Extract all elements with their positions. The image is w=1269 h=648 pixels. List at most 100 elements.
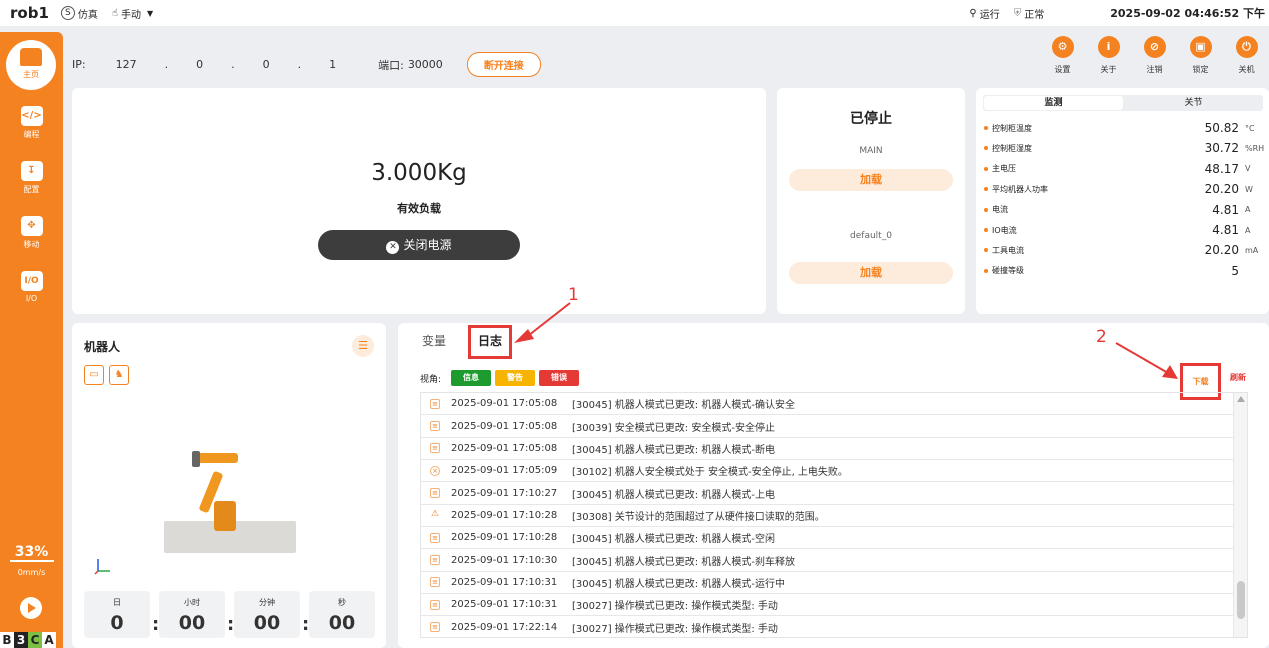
bullet-icon bbox=[984, 187, 988, 192]
tool-label: 设置 bbox=[1054, 65, 1071, 74]
ip-octet-2: 0 bbox=[196, 58, 204, 71]
log-message: [30045] 机器人模式已更改: 机器人模式-刹车释放 bbox=[572, 556, 795, 568]
manual-mode-select[interactable]: ☝ 手动 ▼ bbox=[112, 6, 153, 21]
sidebar-item-label: 主页 bbox=[23, 70, 39, 79]
timer-label: 分钟 bbox=[259, 598, 275, 607]
monitor-unit: A bbox=[1245, 225, 1251, 235]
play-button[interactable] bbox=[20, 597, 42, 619]
log-list[interactable]: ≡ 2025-09-01 17:05:08 [30045] 机器人模式已更改: 机器… bbox=[420, 392, 1248, 638]
log-row[interactable]: ≡ 2025-09-01 17:10:31 [30045] 机器人模式已更改: 机器… bbox=[421, 572, 1247, 595]
log-time: 2025-09-01 17:22:14 bbox=[451, 621, 558, 633]
timer-seconds: 秒 00 bbox=[309, 591, 375, 638]
log-row[interactable]: ⚠ 2025-09-01 17:10:28 [30308] 关节设计的范围超过了从硬… bbox=[421, 505, 1247, 528]
tab-joints[interactable]: 关节 bbox=[1124, 95, 1263, 111]
download-icon: ↧ bbox=[20, 161, 43, 181]
log-row[interactable]: ≡ 2025-09-01 17:22:14 [30027] 操作模式已更改: 操作模… bbox=[421, 616, 1247, 637]
log-row[interactable]: ≡ 2025-09-01 17:10:31 [30027] 操作模式已更改: 操作模… bbox=[421, 594, 1247, 617]
tool-label: 关于 bbox=[1100, 65, 1117, 74]
filter-warning-chip[interactable]: 警告 bbox=[495, 370, 536, 386]
bullet-icon bbox=[984, 126, 988, 130]
shield-icon: ⛨ bbox=[1013, 7, 1022, 19]
refresh-button[interactable]: 刷新 bbox=[1230, 372, 1246, 383]
monitor-unit: %RH bbox=[1245, 143, 1265, 153]
program-status-card: 已停止 MAIN 加载 default_0 加载 bbox=[777, 88, 965, 314]
monitor-name: 平均机器人功率 bbox=[992, 184, 1048, 194]
log-message: [30102] 机器人安全模式处于 安全模式-安全停止, 上电失败。 bbox=[572, 467, 848, 479]
monitor-row: 主电压 48.17 V bbox=[984, 159, 1267, 179]
list-menu-icon[interactable]: ☰ bbox=[352, 335, 374, 357]
port-label: 端口: bbox=[378, 58, 404, 72]
log-time: 2025-09-01 17:10:28 bbox=[451, 509, 558, 521]
speed-unit: 0mm/s bbox=[17, 568, 46, 577]
sidebar-item-label: 配置 bbox=[23, 185, 40, 194]
log-time: 2025-09-01 17:05:08 bbox=[451, 398, 558, 410]
run-label: 运行 bbox=[979, 9, 1000, 21]
info-icon: ≡ bbox=[430, 532, 440, 543]
robot-view-icon[interactable]: ♞ bbox=[109, 365, 129, 385]
shutdown-button[interactable]: ⏻ 关机 bbox=[1224, 36, 1269, 75]
power-off-label: 关闭电源 bbox=[403, 238, 452, 252]
timer-hours: 小时 00 bbox=[159, 591, 225, 638]
monitor-unit: mA bbox=[1245, 245, 1259, 255]
sidebar-item-programming[interactable]: </> 编程 bbox=[0, 106, 63, 140]
connection-bar: IP: 127 . 0 . 0 . 1 端口: 30000 断开连接 bbox=[72, 52, 541, 77]
log-row[interactable]: ≡ 2025-09-01 17:10:28 [30045] 机器人模式已更改: 机器… bbox=[421, 527, 1247, 550]
monitor-value: 48.17 bbox=[1204, 161, 1239, 176]
logout-button[interactable]: ⊘ 注销 bbox=[1132, 36, 1177, 75]
log-message: [30045] 机器人模式已更改: 机器人模式-上电 bbox=[572, 489, 775, 501]
power-off-button[interactable]: ✕ 关闭电源 bbox=[318, 230, 520, 260]
robot-title: 机器人 bbox=[84, 340, 121, 354]
tab-monitor[interactable]: 监测 bbox=[984, 96, 1123, 110]
home-icon bbox=[20, 48, 42, 66]
sidebar-item-home[interactable]: 主页 bbox=[6, 40, 56, 90]
filter-info-chip[interactable]: 信息 bbox=[451, 370, 492, 386]
settings-button[interactable]: ⚙ 设置 bbox=[1040, 36, 1085, 75]
sidebar-item-io[interactable]: I/O I/O bbox=[0, 271, 63, 303]
annotation-arrow-1 bbox=[514, 302, 571, 343]
scroll-thumb[interactable] bbox=[1237, 581, 1245, 619]
load-button[interactable]: 加载 bbox=[789, 262, 953, 284]
robot-name[interactable]: rob1 bbox=[10, 4, 49, 22]
log-time: 2025-09-01 17:05:09 bbox=[451, 465, 558, 477]
log-row[interactable]: ≡ 2025-09-01 17:10:27 [30045] 机器人模式已更改: 机器… bbox=[421, 482, 1247, 505]
program-name: default_0 bbox=[850, 231, 892, 241]
speed-indicator[interactable]: 33% 0mm/s bbox=[0, 544, 63, 577]
monitor-value: 50.82 bbox=[1204, 121, 1239, 135]
filter-error-chip[interactable]: 错误 bbox=[539, 370, 580, 386]
monitor-value: 4.81 bbox=[1212, 202, 1239, 217]
bullet-icon bbox=[984, 146, 988, 151]
sidebar-item-config[interactable]: ↧ 配置 bbox=[0, 161, 63, 195]
log-row[interactable]: ≡ 2025-09-01 17:05:08 [30045] 机器人模式已更改: 机器… bbox=[421, 393, 1247, 416]
sim-mode[interactable]: S 仿真 bbox=[60, 6, 98, 21]
run-icon: ⚲ bbox=[969, 7, 977, 19]
move-icon: ✥ bbox=[20, 216, 43, 236]
scroll-up-icon[interactable] bbox=[1237, 396, 1245, 402]
payload-label: 有效负载 bbox=[397, 202, 441, 215]
log-scrollbar[interactable] bbox=[1233, 393, 1247, 637]
monitor-value: 5 bbox=[1231, 263, 1239, 278]
info-icon: ≡ bbox=[430, 398, 440, 409]
floor-view-icon[interactable]: ▭ bbox=[84, 365, 104, 385]
info-icon: ≡ bbox=[430, 555, 440, 566]
safety-status: ⛨ 正常 bbox=[1014, 6, 1045, 21]
load-button[interactable]: 加载 bbox=[789, 169, 953, 191]
monitor-name: 主电压 bbox=[992, 164, 1016, 174]
lock-button[interactable]: ▣ 锁定 bbox=[1178, 36, 1223, 75]
disconnect-button[interactable]: 断开连接 bbox=[466, 52, 541, 77]
monitor-name: IO电流 bbox=[992, 225, 1017, 235]
log-time: 2025-09-01 17:10:27 bbox=[451, 487, 558, 499]
log-row[interactable]: ≡ 2025-09-01 17:10:30 [30045] 机器人模式已更改: 机器… bbox=[421, 549, 1247, 572]
monitor-name: 控制柜湿度 bbox=[992, 143, 1032, 153]
log-row[interactable]: ≡ 2025-09-01 17:05:08 [30039] 安全模式已更改: 安全模… bbox=[421, 415, 1247, 438]
annotation-arrow-2 bbox=[1115, 342, 1178, 379]
monitor-row: 工具电流 20.20 mA bbox=[984, 240, 1267, 260]
io-icon: I/O bbox=[20, 271, 43, 291]
sidebar-item-move[interactable]: ✥ 移动 bbox=[0, 216, 63, 250]
log-row[interactable]: ≡ 2025-09-01 17:05:08 [30045] 机器人模式已更改: 机器… bbox=[421, 438, 1247, 461]
log-row[interactable]: × 2025-09-01 17:05:09 [30102] 机器人安全模式处于 安全… bbox=[421, 460, 1247, 483]
monitor-name: 碰撞等级 bbox=[992, 266, 1024, 276]
tab-variables[interactable]: 变量 bbox=[422, 332, 446, 349]
logout-icon: ⊘ bbox=[1143, 36, 1166, 58]
about-button[interactable]: i 关于 bbox=[1086, 36, 1131, 75]
manual-label: 手动 bbox=[120, 9, 141, 21]
